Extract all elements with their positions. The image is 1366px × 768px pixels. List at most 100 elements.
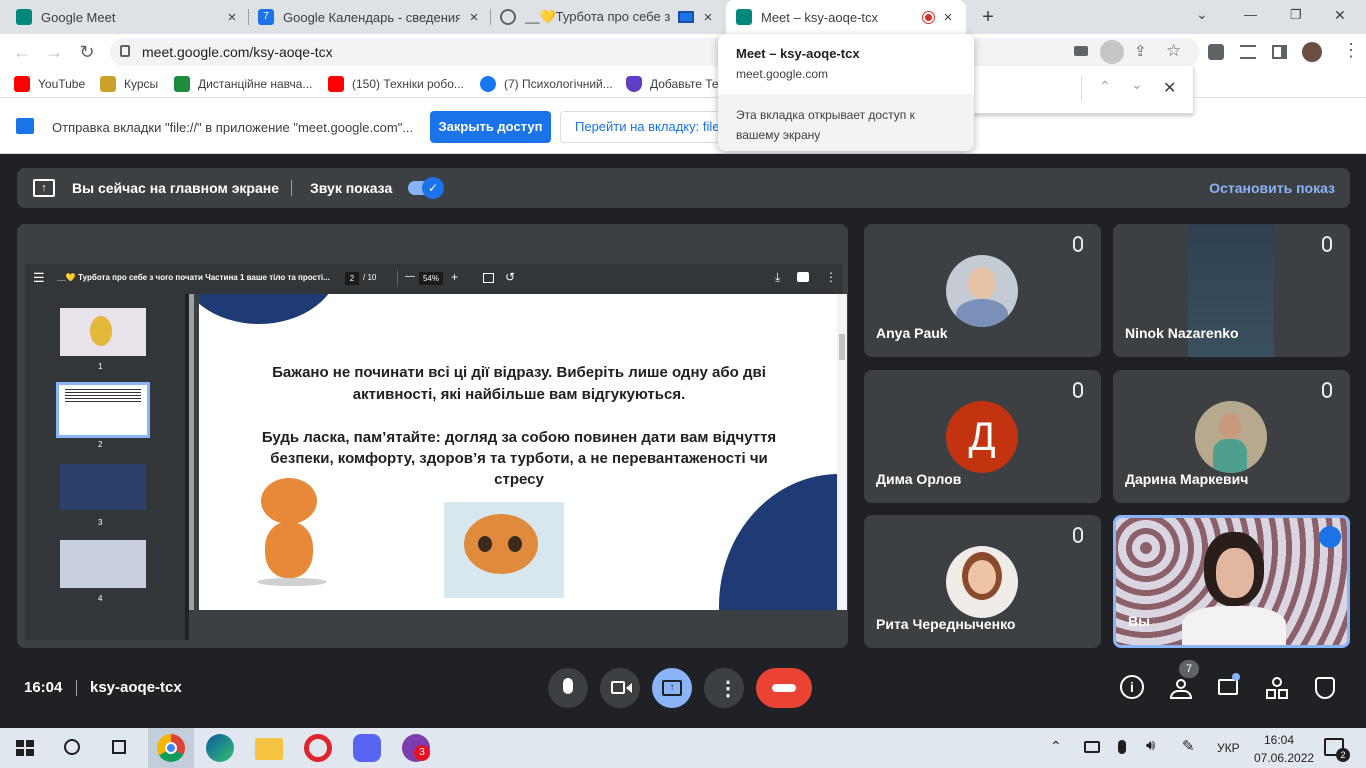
bookmark-label: Курсы [124, 77, 159, 91]
mic-icon [563, 678, 573, 694]
tray-mic-icon[interactable] [1118, 740, 1126, 754]
camera-button[interactable] [600, 668, 640, 708]
download-icon[interactable]: ⤓ [775, 270, 780, 285]
leave-call-button[interactable] [756, 668, 812, 708]
pdf-more-icon[interactable]: ⋮ [825, 270, 837, 284]
browser-menu-icon[interactable]: ⋮ [1342, 40, 1360, 61]
stop-presenting-link[interactable]: Остановить показ [1209, 180, 1335, 196]
camera-indicator-icon[interactable] [1074, 46, 1088, 56]
volume-icon[interactable]: 🔊︎ [1146, 737, 1155, 754]
thumbnail-page-3[interactable] [60, 464, 146, 510]
find-next-icon[interactable]: ⌄ [1131, 76, 1143, 93]
tab-hover-card: Meet – ksy-aoqe-tcx meet.google.com Эта … [718, 34, 974, 151]
forward-icon[interactable]: → [44, 42, 64, 62]
notification-count: 2 [1336, 748, 1350, 762]
pdf-menu-icon[interactable]: ☰ [33, 270, 45, 286]
find-previous-icon[interactable]: ⌃ [1099, 78, 1111, 95]
language-indicator[interactable]: УКР [1217, 741, 1240, 755]
participant-tile[interactable]: Рита Чередныченко [864, 515, 1101, 648]
bookmark-psych[interactable]: (7) Психологічний... [480, 76, 613, 92]
tab-title: Google Meet [41, 9, 116, 25]
tab-meet-active[interactable]: Meet – ksy-aoqe-tcx × [726, 0, 966, 34]
close-tab-icon[interactable]: × [940, 9, 956, 26]
zoom-lens-icon[interactable] [1100, 40, 1124, 64]
zoom-in-icon[interactable]: + [451, 270, 458, 284]
minimize-button[interactable]: — [1244, 7, 1257, 22]
clock-date[interactable]: 07.06.2022 [1254, 751, 1314, 765]
restore-button[interactable]: ❐ [1290, 7, 1302, 23]
search-icon[interactable] [60, 734, 88, 762]
clock-time[interactable]: 16:04 [1264, 733, 1294, 747]
find-close-icon[interactable]: ✕ [1163, 78, 1176, 98]
pen-icon[interactable]: ✎ [1182, 737, 1195, 755]
tab-calendar[interactable]: 7 Google Календарь - сведения о × [250, 0, 490, 34]
share-page-icon[interactable]: ⇪ [1134, 42, 1147, 60]
zoom-out-icon[interactable]: — [405, 271, 415, 282]
reload-icon[interactable]: ↻ [77, 42, 97, 62]
new-tab-button[interactable]: + [978, 6, 998, 28]
participant-tile[interactable]: Ninok Nazarenko [1113, 224, 1350, 357]
window-close-button[interactable]: ✕ [1334, 7, 1346, 24]
file-explorer-icon[interactable] [255, 738, 283, 760]
participant-tile[interactable]: Дарина Маркевич [1113, 370, 1350, 503]
chrome-icon[interactable] [157, 734, 185, 762]
edge-icon[interactable] [206, 734, 234, 762]
self-tile[interactable]: Вы [1113, 515, 1350, 648]
side-panel-icon[interactable] [1272, 45, 1287, 59]
bookmark-distance[interactable]: Дистанційне навча... [174, 76, 312, 92]
close-tab-icon[interactable]: × [466, 9, 482, 26]
address-bar[interactable]: meet.google.com/ksy-aoqe-tcx ⇪ ☆ [110, 38, 1200, 66]
bookmark-youtube[interactable]: YouTube [14, 76, 85, 92]
back-icon[interactable]: ← [12, 42, 32, 62]
pdf-toolbar: ☰ __💛 Турбота про себе з чого почати Час… [25, 264, 843, 294]
thumbnail-page-4[interactable] [60, 540, 146, 588]
microphone-button[interactable] [548, 668, 588, 708]
hover-card-note: Эта вкладка открывает доступ к вашему эк… [736, 108, 915, 142]
chat-icon[interactable] [1216, 673, 1242, 701]
pdf-scrollbar[interactable] [837, 294, 847, 610]
print-icon[interactable] [797, 272, 809, 282]
participant-tile[interactable]: Anya Pauk [864, 224, 1101, 357]
present-button[interactable]: ↑ [652, 668, 692, 708]
meeting-code[interactable]: ksy-aoqe-tcx [90, 679, 182, 696]
extensions-icon[interactable] [1208, 44, 1224, 60]
tray-chevron-icon[interactable]: ⌃ [1050, 738, 1062, 755]
participant-name: Дарина Маркевич [1125, 471, 1249, 487]
discord-icon[interactable] [353, 734, 381, 762]
opera-icon[interactable] [304, 734, 332, 762]
more-options-button[interactable]: ⋮ [704, 668, 744, 708]
close-tab-icon[interactable]: × [700, 9, 716, 26]
presentation-stage: ☰ __💛 Турбота про себе з чого почати Час… [17, 224, 848, 648]
bookmark-star-icon[interactable]: ☆ [1166, 41, 1181, 61]
bookmark-techniques[interactable]: (150) Техніки робо... [328, 76, 464, 92]
rotate-icon[interactable]: ↺ [505, 270, 515, 284]
pdf-page-input[interactable]: 2 [345, 272, 359, 285]
battery-icon[interactable] [1084, 741, 1100, 753]
profile-avatar[interactable] [1302, 42, 1322, 62]
close-tab-icon[interactable]: × [224, 9, 240, 26]
youtube-icon [328, 76, 344, 92]
bookmark-add[interactable]: Добавьте Те [626, 76, 719, 92]
thumbnail-page-1[interactable] [60, 308, 146, 356]
fit-page-icon[interactable] [483, 273, 494, 283]
task-view-icon[interactable] [106, 734, 134, 762]
tab-pdf[interactable]: __💛Турбота про себе з чо × [492, 0, 724, 34]
start-windows-icon[interactable] [12, 734, 40, 762]
tab-google-meet[interactable]: Google Meet × [8, 0, 248, 34]
bookmark-label: Добавьте Те [650, 77, 719, 91]
host-controls-icon[interactable] [1312, 675, 1338, 701]
tab-search-icon[interactable]: ⌄ [1196, 6, 1208, 23]
reading-list-icon[interactable] [1240, 45, 1256, 59]
people-icon[interactable] [1168, 675, 1194, 701]
sound-toggle[interactable]: ✓ [408, 177, 444, 199]
zoom-level[interactable]: 54% [419, 272, 443, 285]
participant-tile[interactable]: Д Дима Орлов [864, 370, 1101, 503]
mic-off-icon [1322, 382, 1332, 398]
pane-scroll[interactable] [189, 294, 194, 610]
stop-sharing-button[interactable]: Закрыть доступ [430, 111, 551, 143]
activities-icon[interactable] [1264, 675, 1290, 701]
thumbnail-page-2-selected[interactable] [56, 382, 150, 438]
switch-tab-button[interactable]: Перейти на вкладку: file:/ [560, 111, 730, 143]
meeting-details-icon[interactable]: i [1120, 675, 1144, 699]
bookmark-courses[interactable]: Курсы [100, 76, 158, 92]
